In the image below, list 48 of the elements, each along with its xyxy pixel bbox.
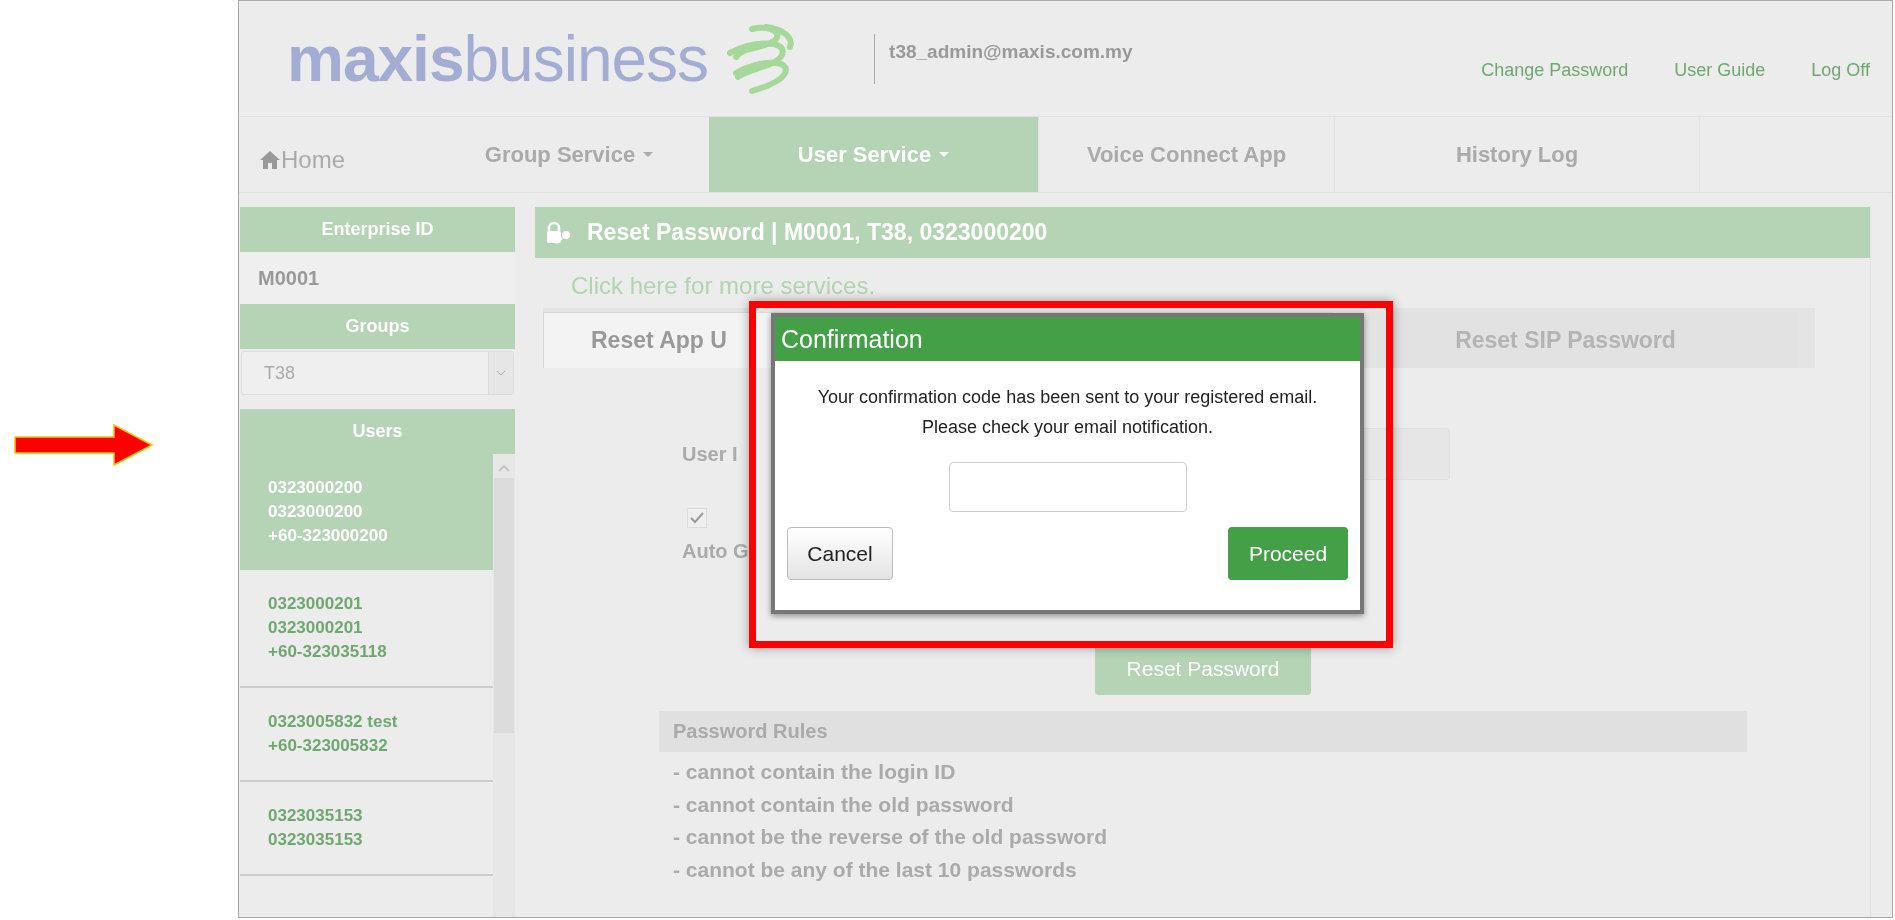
dialog-title: Confirmation [775,317,1360,361]
dialog-message: Your confirmation code has been sent to your registered email. Please check your email notification. [816,386,1319,439]
arrow-icon [14,423,154,467]
confirmation-code-field[interactable] [948,462,1187,512]
more-services-link[interactable]: Click here for more services. [571,272,1870,300]
header-link[interactable]: User Guide [1674,60,1766,81]
section-header: Groups [240,304,515,349]
user-line: +60-323000200 [268,525,388,547]
user-id-label: User I [682,442,738,466]
user-line: 0323005832 test [268,711,398,733]
panel-title: Reset Password | M0001, T38, 0323000200 [587,219,1048,246]
password-rule: - cannot contain the old password [673,791,1015,818]
nav-tab[interactable]: History Log [1335,117,1700,192]
user-line: 0323000201 [268,593,363,615]
caret-icon [643,152,654,157]
section-header: Enterprise ID [240,207,515,252]
cancel-button[interactable]: Cancel [787,527,893,580]
house-icon [259,149,281,170]
header-link[interactable]: Change Password [1481,60,1629,81]
user-line: 0323000200 [268,501,363,523]
auto-generate-label: Auto G [682,540,749,563]
user-line: 0323035153 [268,805,363,827]
logo: maxisbusiness [287,21,709,96]
password-rule: - cannot contain the login ID [673,759,957,785]
lock-key-icon [545,220,573,245]
section-header: Users [240,409,515,454]
chevron-down-icon [496,370,506,376]
check-icon [690,512,704,524]
nav-menu-tab[interactable]: Group Service [429,117,709,192]
home-tab[interactable]: Home [239,117,429,192]
user-line: 0323000200 [268,477,363,499]
user-email: t38_admin@maxis.com.my [889,40,1133,63]
group-select[interactable]: T38 [241,351,514,395]
nav-menu-tab[interactable]: User Service [709,117,1039,192]
password-rule: - cannot be the reverse of the old password [673,824,1108,850]
password-rule: - cannot be any of the last 10 passwords [673,856,1078,883]
header-link[interactable]: Log Off [1811,60,1870,81]
nav-tab[interactable]: Voice Connect App [1039,117,1335,192]
scrollbar[interactable] [493,454,515,917]
user-line: 0323000201 [268,617,363,639]
user-line: +60-323005832 [268,735,388,757]
user-list-item[interactable]: 0323000200 0323000200 +60-323000200 [240,454,493,570]
user-line: 0323035153 [268,829,363,851]
proceed-button[interactable]: Proceed [1228,527,1348,580]
auto-checkbox[interactable] [687,508,707,528]
chevron-up-icon [498,464,510,472]
user-line: +60-323035118 [268,641,387,663]
caret-icon [939,152,950,157]
